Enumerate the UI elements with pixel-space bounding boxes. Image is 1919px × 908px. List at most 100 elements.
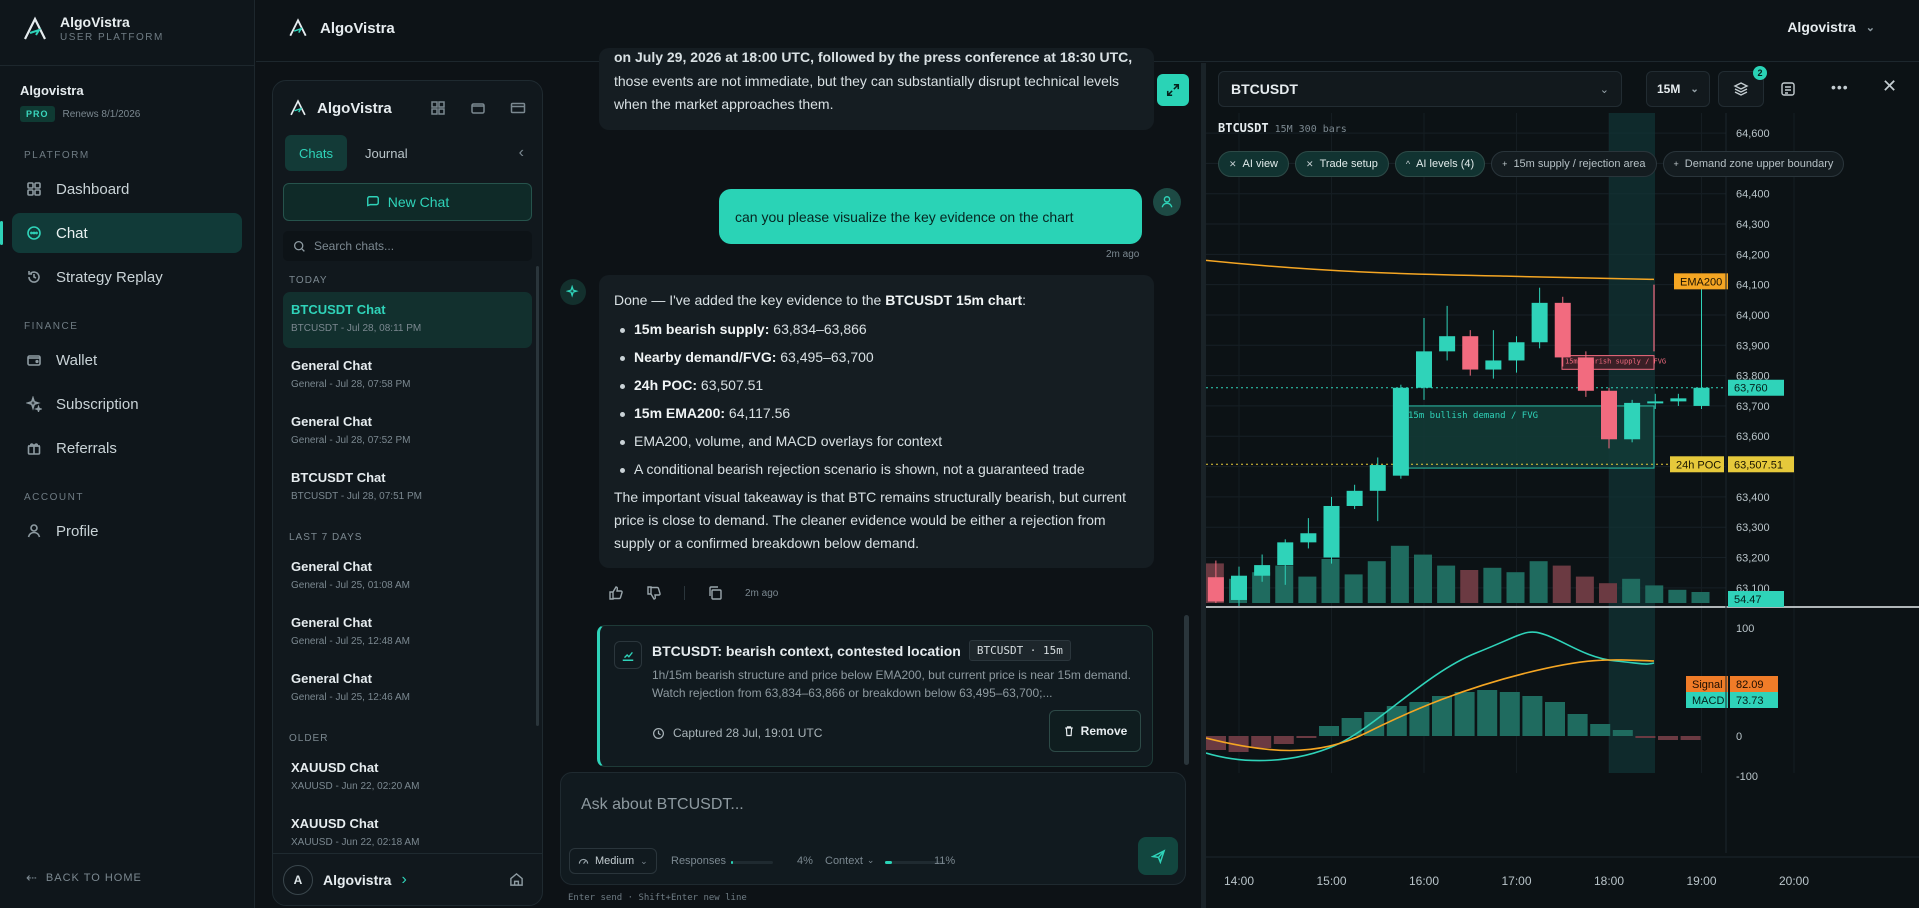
volume-bar xyxy=(1344,574,1363,603)
home-icon[interactable] xyxy=(509,872,524,887)
chevron-down-icon: ⌄ xyxy=(640,855,648,866)
close-icon[interactable]: ✕ xyxy=(1882,76,1897,97)
chat-title: BTCUSDT Chat xyxy=(291,302,386,317)
chat-list-scrollbar[interactable] xyxy=(536,266,539,726)
previous-ai-message: on July 29, 2026 at 18:00 UTC, followed … xyxy=(599,48,1154,130)
ai-points-list: 15m bearish supply: 63,834–63,866 Nearby … xyxy=(614,318,1139,481)
candle xyxy=(1601,390,1617,440)
search-icon xyxy=(293,240,305,252)
expand-button[interactable] xyxy=(1157,74,1189,106)
conversation-scrollbar[interactable] xyxy=(1184,615,1189,765)
chat-title: General Chat xyxy=(291,559,372,574)
mode-select[interactable]: Medium ⌄ xyxy=(569,848,657,874)
layout-icon[interactable] xyxy=(430,100,446,116)
tab-chats[interactable]: Chats xyxy=(285,135,347,171)
layers-button[interactable]: 2 xyxy=(1718,66,1767,107)
sidebar-item-referrals[interactable]: Referrals xyxy=(12,428,242,468)
chat-title: General Chat xyxy=(291,671,372,686)
x-tick-label: 20:00 xyxy=(1779,874,1809,888)
layers-badge: 2 xyxy=(1753,66,1767,80)
candle xyxy=(1693,387,1710,406)
sidebar-item-chat[interactable]: Chat xyxy=(0,213,242,253)
volume-bar xyxy=(1529,561,1548,603)
sidebar-item-subscription[interactable]: Subscription xyxy=(12,384,242,424)
chip-ai-view[interactable]: ✕ AI view xyxy=(1218,151,1290,177)
chat-title: XAUUSD Chat xyxy=(291,816,379,831)
message-input[interactable]: Ask about BTCUSDT... xyxy=(581,796,744,814)
user-message-time: 2m ago xyxy=(1106,249,1140,260)
close-icon: ✕ xyxy=(1306,158,1314,169)
ai-outro: The important visual takeaway is that BT… xyxy=(614,489,1126,551)
chip-ai-levels-4[interactable]: ^ AI levels (4) xyxy=(1394,151,1486,177)
user-menu[interactable]: Algovistra ⌄ xyxy=(1787,19,1875,35)
responses-percent: 4% xyxy=(797,855,813,867)
gauge-icon xyxy=(578,858,589,864)
sidebar-item-wallet[interactable]: Wallet xyxy=(12,340,242,380)
candle xyxy=(1670,398,1687,402)
card-body: 1h/15m bearish structure and price below… xyxy=(652,668,1131,700)
thumbs-down-icon[interactable] xyxy=(646,585,662,601)
list-item[interactable]: General Chat General - Jul 28, 07:52 PM xyxy=(283,404,532,460)
sidebar-item-profile[interactable]: Profile xyxy=(12,511,242,551)
chat-meta: General - Jul 28, 07:52 PM xyxy=(291,435,411,446)
chart-symbol: BTCUSDT xyxy=(1218,121,1269,135)
volume-bar xyxy=(1668,589,1687,603)
app-logo[interactable]: AlgoVistra USER PLATFORM xyxy=(0,0,254,57)
more-icon[interactable]: ••• xyxy=(1831,79,1849,95)
volume-bar xyxy=(1414,554,1432,603)
timeframe-select[interactable]: 15M ⌄ xyxy=(1646,71,1710,107)
logo-icon xyxy=(290,99,306,116)
section-finance: FINANCE xyxy=(24,321,79,332)
wallet-icon[interactable] xyxy=(470,100,486,116)
thumbs-up-icon[interactable] xyxy=(608,585,624,601)
chat-meta: BTCUSDT - Jul 28, 07:51 PM xyxy=(291,491,422,502)
new-chat-button[interactable]: New Chat xyxy=(283,183,532,221)
card-tag: BTCUSDT · 15m xyxy=(968,640,1071,661)
candle xyxy=(1207,577,1224,602)
list-item: EMA200, volume, and MACD overlays for co… xyxy=(614,430,1139,453)
list-item[interactable]: XAUUSD Chat XAUUSD - Jun 22, 02:20 AM xyxy=(283,750,532,806)
candle xyxy=(1531,302,1548,343)
notes-icon[interactable] xyxy=(1780,81,1796,97)
user-icon xyxy=(27,524,41,538)
chat-group-label: LAST 7 DAYS xyxy=(289,532,363,543)
section-platform: PLATFORM xyxy=(24,150,90,161)
account-name: Algovistra xyxy=(20,83,84,98)
symbol-select[interactable]: BTCUSDT ⌄ xyxy=(1218,71,1622,107)
list-item[interactable]: General Chat General - Jul 25, 01:08 AM xyxy=(283,549,532,605)
collapse-icon[interactable]: ‹ xyxy=(519,144,524,162)
y-tick-label: 64,300 xyxy=(1736,219,1770,231)
x-tick-label: 14:00 xyxy=(1224,874,1254,888)
topbar-brand[interactable]: AlgoVistra xyxy=(288,18,395,38)
tab-journal[interactable]: Journal xyxy=(351,135,422,171)
sidebar-item-strategy-replay[interactable]: Strategy Replay xyxy=(12,257,242,297)
list-item[interactable]: General Chat General - Jul 25, 12:46 AM xyxy=(283,661,532,717)
card-icon[interactable] xyxy=(510,100,526,116)
candle xyxy=(1485,360,1502,370)
chart-meta: 15M 300 bars xyxy=(1274,124,1347,135)
sidebar-item-dashboard[interactable]: Dashboard xyxy=(12,169,242,209)
chip-trade-setup[interactable]: ✕ Trade setup xyxy=(1295,151,1389,177)
list-item[interactable]: BTCUSDT Chat BTCUSDT - Jul 28, 08:11 PM xyxy=(283,292,532,348)
chip-15m-supply-rejection-area[interactable]: +15m supply / rejection area xyxy=(1491,151,1657,177)
copy-icon[interactable] xyxy=(707,585,723,601)
avatar[interactable]: A xyxy=(283,864,313,895)
macd-histogram-bar xyxy=(1612,730,1633,736)
list-item[interactable]: General Chat General - Jul 28, 07:58 PM xyxy=(283,348,532,404)
price-chart[interactable]: 64,60064,50064,40064,30064,20064,10064,0… xyxy=(1206,113,1919,908)
context-select[interactable]: Context ⌄ xyxy=(825,855,874,867)
send-button[interactable] xyxy=(1138,837,1178,875)
ai-intro: Done — I've added the key evidence to th… xyxy=(614,289,1139,312)
ai-avatar xyxy=(560,279,586,305)
volume-bar xyxy=(1437,565,1456,603)
search-chats-field[interactable]: Search chats... xyxy=(283,231,532,261)
chevron-down-icon: ⌄ xyxy=(1690,83,1699,95)
chip-demand-zone-upper-boundary[interactable]: + Demand zone upper boundary xyxy=(1662,151,1845,177)
back-to-home-link[interactable]: ⇠ BACK TO HOME xyxy=(26,870,142,886)
list-item[interactable]: BTCUSDT Chat BTCUSDT - Jul 28, 07:51 PM xyxy=(283,460,532,516)
list-item[interactable]: General Chat General - Jul 25, 12:48 AM xyxy=(283,605,532,661)
user-icon xyxy=(1161,196,1173,208)
footer-user-name[interactable]: Algovistra xyxy=(323,872,391,888)
remove-button[interactable]: Remove xyxy=(1049,710,1141,752)
chat-meta: General - Jul 25, 12:46 AM xyxy=(291,692,410,703)
